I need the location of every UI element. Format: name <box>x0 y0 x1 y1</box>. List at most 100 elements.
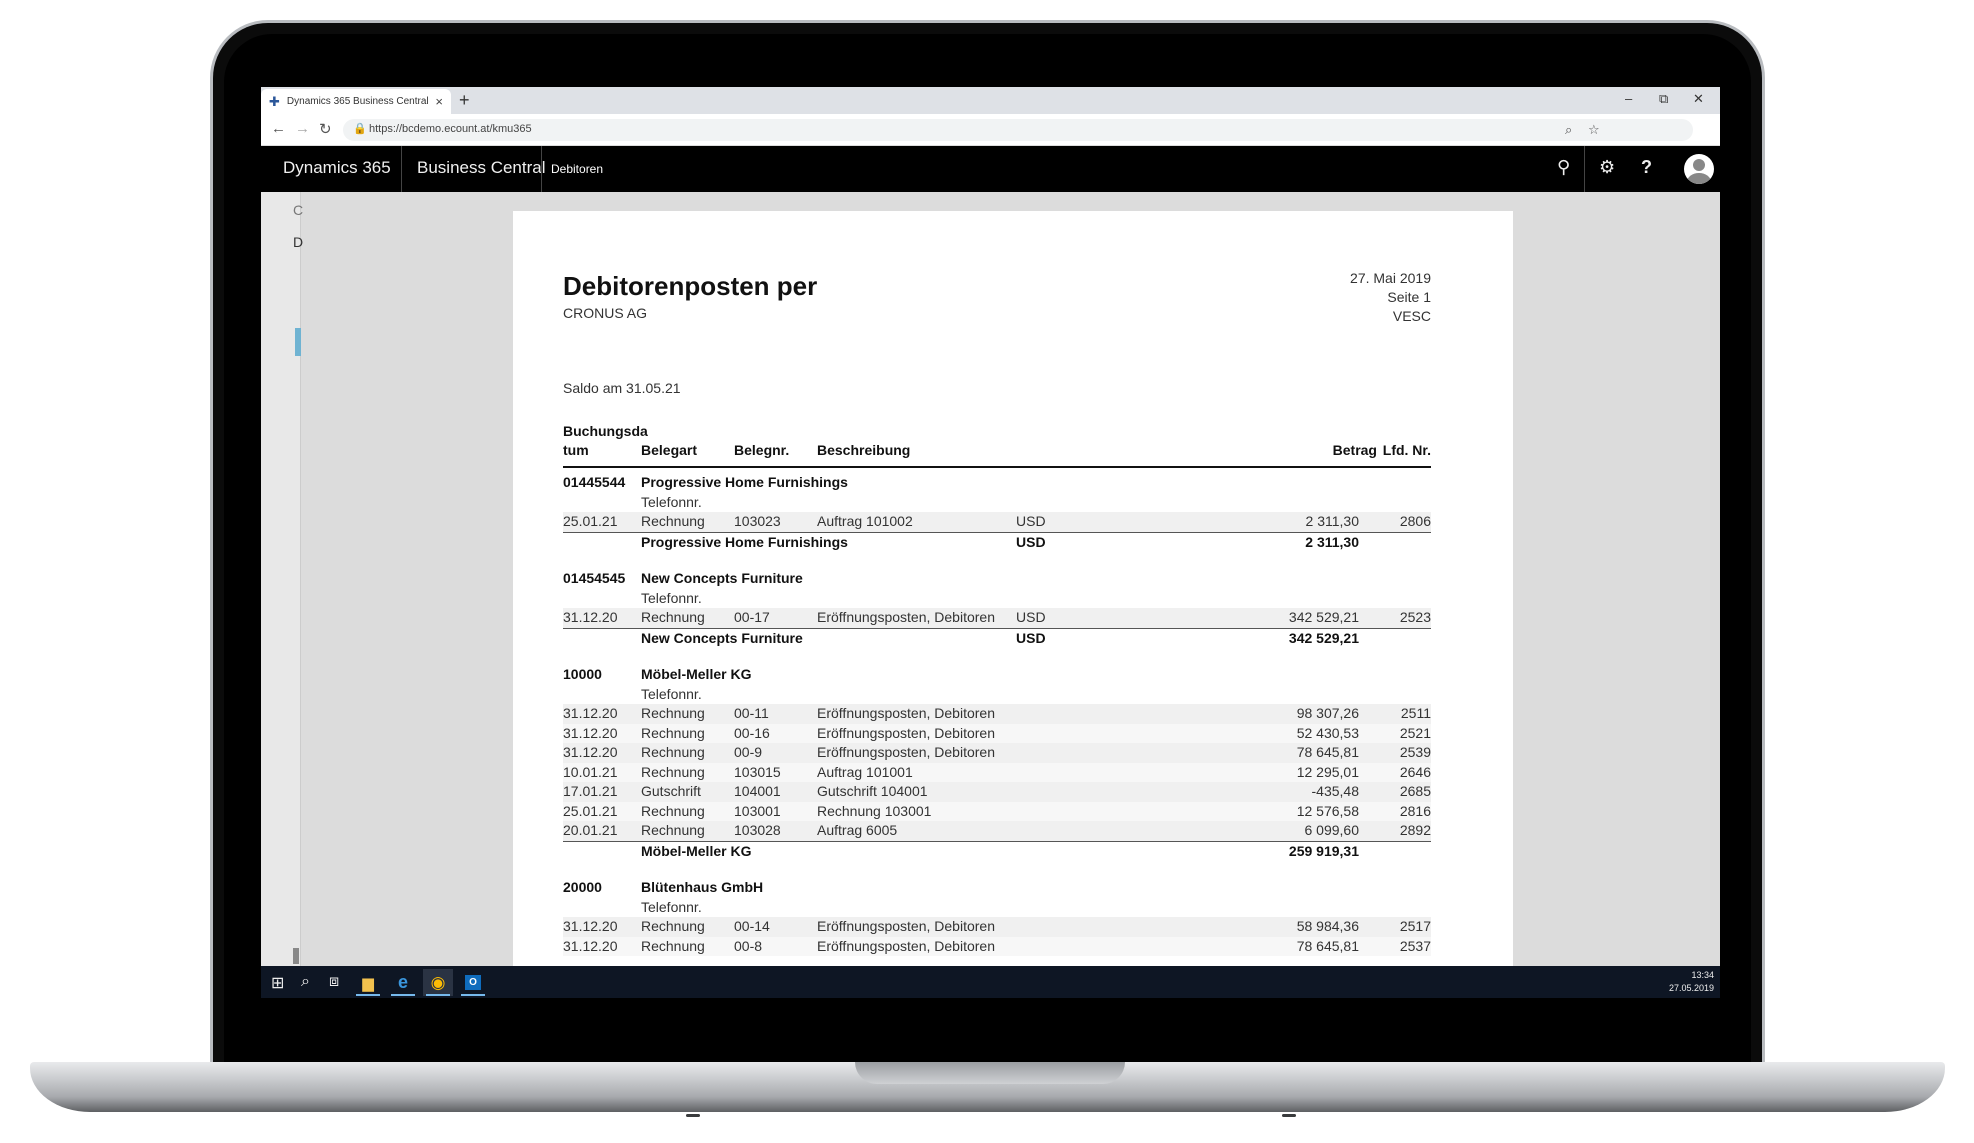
help-icon[interactable]: ? <box>1641 157 1652 178</box>
entry-amount: -435,48 <box>1311 783 1359 799</box>
dynamics-favicon-icon: ✚ <box>269 94 280 109</box>
table-row: 20.01.21 Rechnung 103028 Auftrag 6005 6 099,… <box>563 821 1431 841</box>
report-user: VESC <box>1392 308 1431 324</box>
report-preview: Debitorenposten per CRONUS AG 27. Mai 20… <box>513 211 1513 966</box>
bookmark-star-icon[interactable]: ☆ <box>1588 122 1600 138</box>
entry-doc-type: Rechnung <box>641 802 705 819</box>
entry-amount: 6 099,60 <box>1304 822 1360 838</box>
col-header-amount: Betrag <box>1332 442 1377 458</box>
entry-amount: 78 645,81 <box>1296 744 1359 760</box>
table-row: 25.01.21 Rechnung 103001 Rechnung 103001 12 … <box>563 801 1431 821</box>
page-letter: D <box>293 234 304 250</box>
entry-no: 2523 <box>1399 609 1431 625</box>
subtotal-name: New Concepts Furniture <box>641 629 803 646</box>
customer-no: 01445544 <box>563 474 626 490</box>
customer-subtotal: Möbel-Meller KG 259 919,31 <box>563 840 1431 861</box>
close-window-button[interactable]: ✕ <box>1693 91 1704 107</box>
search-icon[interactable]: ⌕ <box>301 973 310 991</box>
table-row: 25.01.21 Rechnung 103023 Auftrag 101002 USD 2… <box>563 512 1431 532</box>
restore-button[interactable]: ⧉ <box>1659 91 1668 107</box>
entry-no: 2816 <box>1399 802 1431 819</box>
laptop-hinge-notch <box>855 1062 1125 1084</box>
forward-icon[interactable]: → <box>295 120 310 137</box>
browser-tab[interactable]: ✚ Dynamics 365 Business Central × <box>261 89 451 114</box>
entry-amount: 342 529,21 <box>1288 609 1359 625</box>
laptop-foot <box>1282 1114 1296 1117</box>
phone-label: Telefonnr. <box>641 493 702 510</box>
report-company: CRONUS AG <box>563 305 648 321</box>
table-row: 31.12.20 Rechnung 00-16 Eröffnungsposten, D… <box>563 723 1431 743</box>
app-name[interactable]: Business Central <box>417 158 546 178</box>
entry-amount: 58 984,36 <box>1296 918 1359 934</box>
breadcrumb[interactable]: Debitoren <box>551 162 603 176</box>
outlook-icon[interactable]: O <box>458 969 488 996</box>
report-meta: 27. Mai 2019 Seite 1 VESC <box>1350 269 1431 326</box>
entry-no: 2539 <box>1399 744 1431 760</box>
gear-icon[interactable]: ⚙ <box>1599 157 1615 178</box>
customer-name: Blütenhaus GmbH <box>641 879 764 895</box>
lightbulb-icon[interactable]: ⚲ <box>1557 157 1570 178</box>
subtotal-name: Progressive Home Furnishings <box>641 533 848 550</box>
app-header: Dynamics 365 Business Central Debitoren … <box>261 146 1720 192</box>
avatar-icon[interactable] <box>1684 154 1714 184</box>
entry-amount: 78 645,81 <box>1296 937 1359 954</box>
table-row: 31.12.20 Rechnung 00-9 Eröffnungsposten, De… <box>563 743 1431 763</box>
entry-currency: USD <box>1016 609 1046 625</box>
table-row: 31.12.20 Rechnung 00-17 Eröffnungsposten, D… <box>563 608 1431 628</box>
entry-doc-type: Rechnung <box>641 744 705 760</box>
entry-doc-no: 00-9 <box>734 744 763 760</box>
phone-label: Telefonnr. <box>641 898 702 915</box>
task-view-icon[interactable]: ⧈ <box>329 973 339 991</box>
entry-no: 2517 <box>1399 918 1431 934</box>
table-row: 31.12.20 Rechnung 00-8 Eröffnungsposten, De… <box>563 936 1431 956</box>
scrollbar-thumb[interactable] <box>293 948 299 964</box>
entry-no: 2537 <box>1399 937 1431 954</box>
browser-tab-bar: ✚ Dynamics 365 Business Central × + – ⧉ … <box>261 87 1720 114</box>
entry-date: 31.12.20 <box>563 918 618 934</box>
table-row: 31.12.20 Rechnung 00-14 Eröffnungsposten, D… <box>563 917 1431 937</box>
entry-no: 2646 <box>1399 763 1431 780</box>
windows-start-icon[interactable]: ⊞ <box>271 973 284 993</box>
header-rule <box>563 466 1431 468</box>
edge-icon[interactable]: e <box>388 969 418 996</box>
entry-description: Eröffnungsposten, Debitoren <box>817 705 995 721</box>
entry-doc-type: Rechnung <box>641 918 705 934</box>
col-header-entry-no: Lfd. Nr. <box>1382 442 1431 458</box>
product-brand[interactable]: Dynamics 365 <box>283 158 391 178</box>
header-divider <box>1584 146 1585 192</box>
report-title: Debitorenposten per <box>563 271 818 301</box>
page-letter: C <box>293 202 304 218</box>
entry-date: 31.12.20 <box>563 937 618 954</box>
close-tab-icon[interactable]: × <box>435 94 443 109</box>
customer-name: Progressive Home Furnishings <box>641 474 848 490</box>
customer-no: 10000 <box>563 666 602 682</box>
subtotal-amount: 342 529,21 <box>1288 629 1359 646</box>
entry-doc-no: 103001 <box>734 802 781 819</box>
phone-row: Telefonnr. <box>563 493 1431 513</box>
customer-group-header: 20000 Blütenhaus GmbH <box>563 878 1431 898</box>
entry-description: Eröffnungsposten, Debitoren <box>817 937 995 954</box>
subtotal-currency: USD <box>1016 629 1046 646</box>
entry-date: 31.12.20 <box>563 609 618 625</box>
zoom-icon[interactable]: ⌕ <box>1565 122 1572 138</box>
entry-description: Auftrag 101001 <box>817 763 913 780</box>
entry-no: 2511 <box>1400 705 1431 721</box>
entry-description: Gutschrift 104001 <box>817 783 928 799</box>
back-icon[interactable]: ← <box>271 120 286 137</box>
entry-doc-no: 00-11 <box>734 705 769 721</box>
entry-description: Auftrag 6005 <box>817 822 898 838</box>
system-clock[interactable]: 13:34 27.05.2019 <box>1669 969 1714 995</box>
url-text: https://bcdemo.ecount.at/kmu365 <box>369 123 532 135</box>
new-tab-button[interactable]: + <box>459 90 470 111</box>
entry-doc-no: 00-16 <box>734 724 770 741</box>
reload-icon[interactable]: ↻ <box>319 120 332 138</box>
customer-name: New Concepts Furniture <box>641 570 803 586</box>
phone-label: Telefonnr. <box>641 685 702 702</box>
url-input[interactable]: 🔒 https://bcdemo.ecount.at/kmu365 ⌕ ☆ <box>343 119 1693 141</box>
minimize-button[interactable]: – <box>1625 91 1632 106</box>
entry-doc-no: 00-14 <box>734 918 770 934</box>
subtotal-amount: 2 311,30 <box>1305 533 1359 550</box>
entry-doc-type: Rechnung <box>641 822 705 838</box>
file-explorer-icon[interactable]: ▆ <box>353 969 383 996</box>
chrome-icon[interactable]: ◉ <box>423 969 453 996</box>
